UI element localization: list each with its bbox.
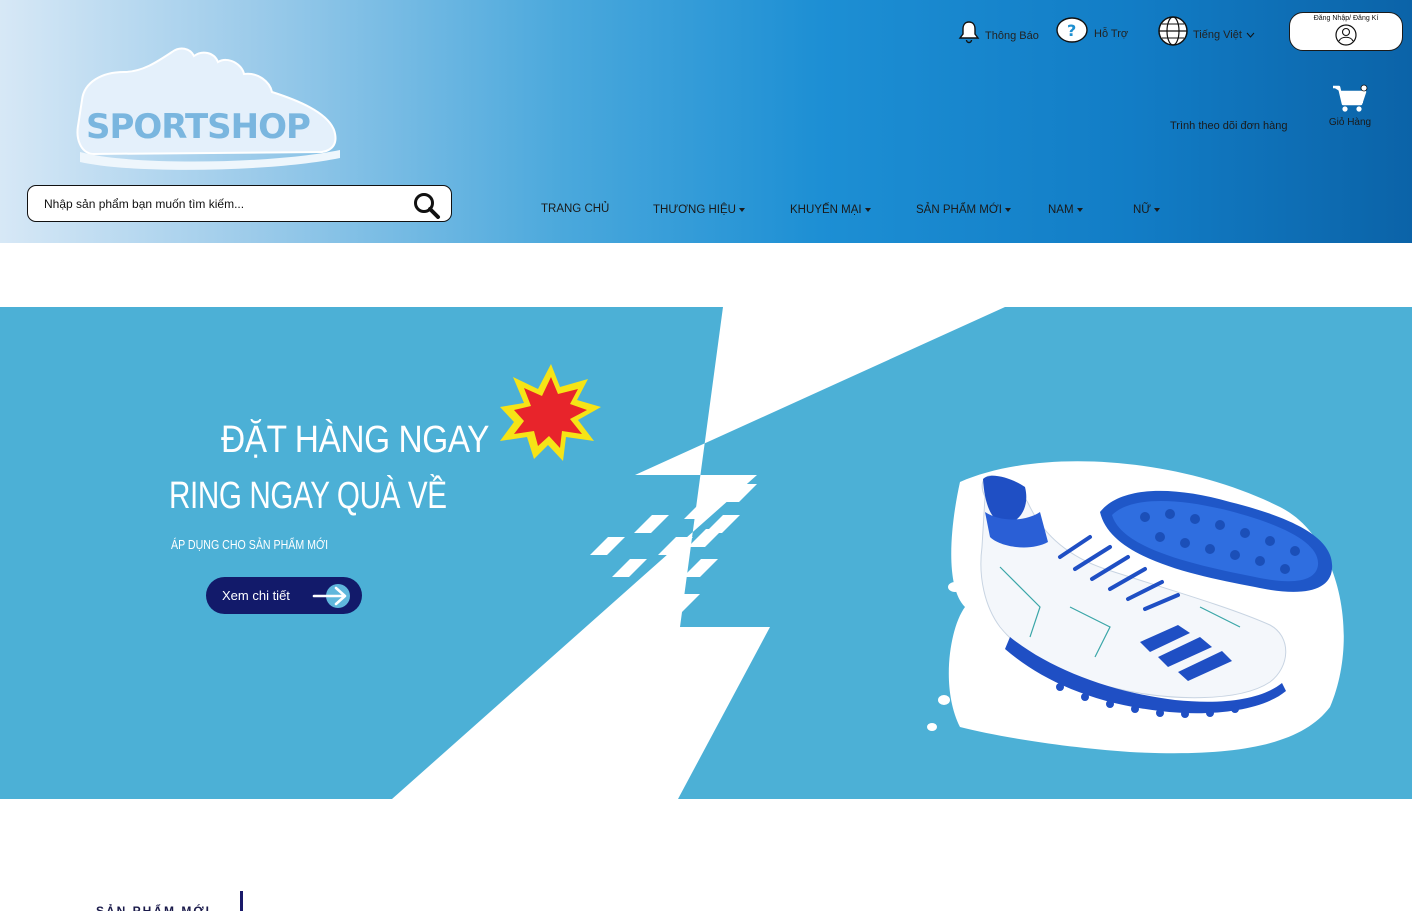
section-divider bbox=[240, 891, 243, 911]
nav-item-home[interactable]: TRANG CHỦ bbox=[541, 203, 609, 215]
nav-item-label: NAM bbox=[1048, 204, 1074, 216]
caret-down-icon bbox=[1154, 208, 1161, 212]
nav-item-women[interactable]: NỮ bbox=[1133, 204, 1161, 216]
notifications-label: Thông Báo bbox=[985, 30, 1039, 42]
nav-item-label: SẢN PHẨM MỚI bbox=[916, 204, 1002, 216]
user-icon bbox=[1335, 24, 1357, 46]
nav-item-label: THƯƠNG HIỆU bbox=[653, 204, 736, 216]
nav-item-label: TRANG CHỦ bbox=[541, 203, 610, 215]
site-header: SPORTSHOP Thông Báo ? Hỗ Trợ Tiếng Việt bbox=[0, 0, 1412, 243]
banner-subheadline: RING NGAY QUÀ VỀ bbox=[169, 475, 447, 517]
section-title: SẢN PHẨM MỚI bbox=[96, 904, 211, 911]
banner-graphics bbox=[392, 307, 1344, 799]
nav-item-promotions[interactable]: KHUYẾN MẠI bbox=[790, 204, 871, 216]
nav-item-new-products[interactable]: SẢN PHẨM MỚI bbox=[916, 204, 1011, 216]
nav-item-label: KHUYẾN MẠI bbox=[790, 204, 862, 216]
banner-note: ÁP DỤNG CHO SẢN PHẨM MỚI bbox=[171, 538, 329, 552]
search-icon[interactable] bbox=[412, 191, 442, 219]
language-label: Tiếng Việt bbox=[1193, 29, 1242, 41]
arrow-right-icon bbox=[312, 584, 350, 608]
caret-down-icon bbox=[1076, 208, 1083, 212]
notifications-button[interactable]: Thông Báo bbox=[957, 20, 1039, 44]
caret-down-icon bbox=[864, 208, 871, 212]
cart-icon bbox=[1333, 84, 1368, 112]
language-selector[interactable]: Tiếng Việt bbox=[1157, 15, 1255, 47]
search-bar bbox=[27, 185, 452, 222]
login-label: Đăng Nhập/ Đăng Kí bbox=[1313, 15, 1379, 22]
svg-text:SPORTSHOP: SPORTSHOP bbox=[86, 107, 310, 147]
chevron-down-icon bbox=[1246, 32, 1255, 38]
view-details-button[interactable]: Xem chi tiết bbox=[206, 577, 362, 614]
search-input[interactable] bbox=[42, 192, 406, 216]
support-button[interactable]: ? Hỗ Trợ bbox=[1056, 16, 1128, 44]
caret-down-icon bbox=[738, 208, 745, 212]
logo[interactable]: SPORTSHOP bbox=[72, 42, 352, 174]
starburst-graphic bbox=[500, 364, 601, 461]
bell-icon bbox=[958, 21, 980, 44]
order-tracking-link[interactable]: Trình theo dõi đơn hàng bbox=[1170, 120, 1288, 132]
banner-headline: ĐẶT HÀNG NGAY bbox=[221, 419, 490, 461]
nav-item-brands[interactable]: THƯƠNG HIỆU bbox=[653, 204, 745, 216]
nav-item-label: NỮ bbox=[1133, 204, 1152, 216]
cart-label: Giỏ Hàng bbox=[1328, 117, 1372, 128]
view-details-label: Xem chi tiết bbox=[222, 588, 290, 603]
cart-button[interactable]: Giỏ Hàng bbox=[1328, 84, 1372, 128]
login-register-button[interactable]: Đăng Nhập/ Đăng Kí bbox=[1289, 12, 1403, 51]
globe-icon bbox=[1158, 16, 1188, 46]
svg-text:?: ? bbox=[1067, 21, 1076, 40]
nav-item-men[interactable]: NAM bbox=[1048, 204, 1083, 216]
support-label: Hỗ Trợ bbox=[1094, 28, 1129, 40]
question-icon: ? bbox=[1056, 17, 1088, 43]
promo-banner[interactable]: ĐẶT HÀNG NGAY RING NGAY QUÀ VỀ ÁP DỤNG C… bbox=[0, 307, 1412, 799]
caret-down-icon bbox=[1004, 208, 1011, 212]
